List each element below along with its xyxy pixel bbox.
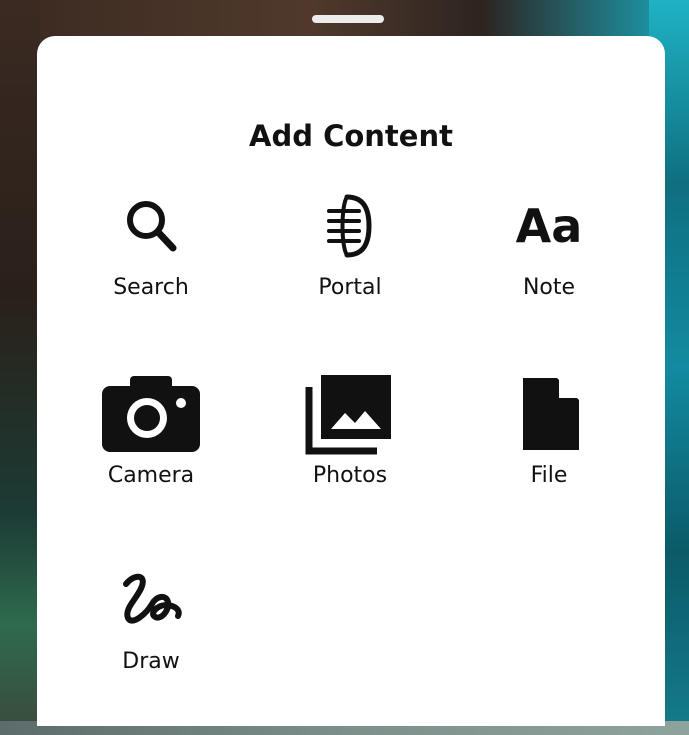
- search-label: Search: [113, 275, 189, 300]
- camera-button[interactable]: Camera: [61, 374, 241, 514]
- camera-label: Camera: [107, 463, 195, 488]
- sheet-drag-handle[interactable]: [312, 15, 384, 23]
- note-button[interactable]: Aa Note: [459, 186, 639, 326]
- draw-label: Draw: [122, 649, 180, 674]
- draw-button[interactable]: Draw: [61, 560, 241, 700]
- photos-button[interactable]: Photos: [260, 374, 440, 514]
- photos-icon: [295, 374, 405, 455]
- draw-icon: [96, 560, 206, 640]
- portal-icon: [295, 186, 405, 266]
- file-label: File: [530, 463, 568, 488]
- backdrop-left: [0, 0, 40, 735]
- photos-label: Photos: [312, 463, 388, 488]
- note-icon: Aa: [494, 186, 604, 266]
- portal-button[interactable]: Portal: [260, 186, 440, 326]
- note-label: Note: [522, 275, 576, 300]
- file-button[interactable]: File: [459, 374, 639, 514]
- file-icon: [494, 374, 604, 454]
- app-backdrop: Add Content Search Portal Aa Note Camera…: [0, 0, 689, 735]
- search-button[interactable]: Search: [61, 186, 241, 326]
- search-icon: [96, 186, 206, 266]
- portal-label: Portal: [318, 275, 382, 300]
- sheet-title: Add Content: [249, 119, 453, 153]
- add-content-sheet: Add Content Search Portal Aa Note Camera…: [37, 36, 665, 726]
- camera-icon: [96, 374, 206, 454]
- note-glyph: Aa: [515, 199, 583, 253]
